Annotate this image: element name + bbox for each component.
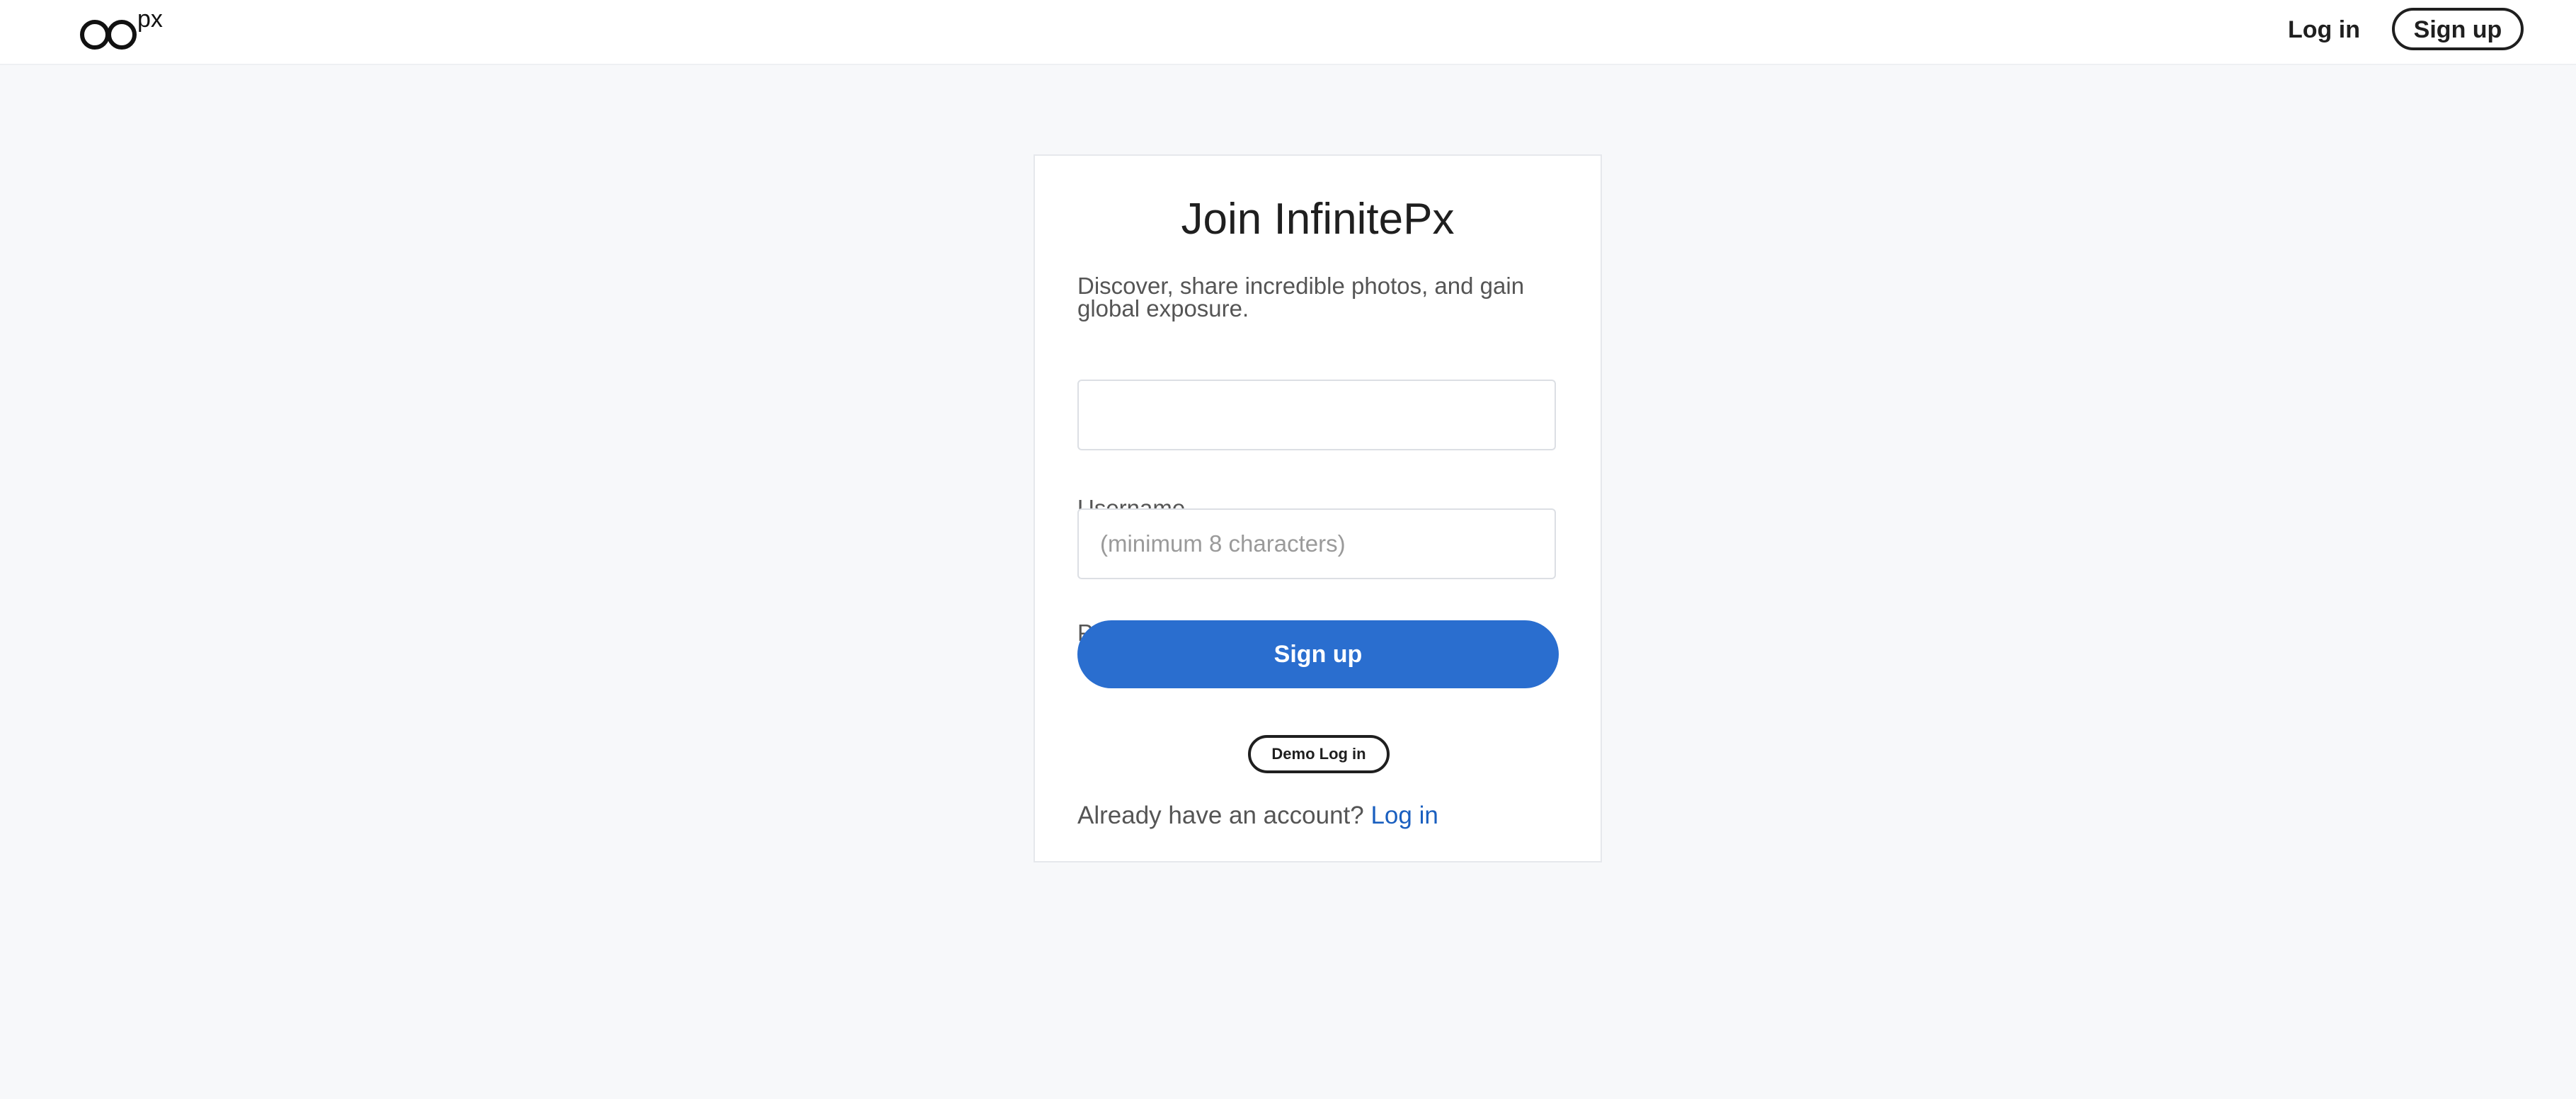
logo-text: px (137, 6, 163, 33)
footer-login-link[interactable]: Log in (1370, 802, 1438, 829)
username-input[interactable] (1077, 380, 1556, 450)
header-login-link[interactable]: Log in (2288, 13, 2360, 47)
password-input[interactable] (1077, 508, 1556, 579)
login-prompt-text: Already have an account? (1077, 802, 1364, 829)
signup-card: Join InfinitePx Discover, share incredib… (1034, 154, 1602, 862)
login-prompt: Already have an account? Log in (1077, 800, 1438, 831)
infinity-px-logo-icon[interactable]: px (76, 6, 176, 51)
signup-description: Discover, share incredible photos, and g… (1077, 273, 1525, 321)
header-signup-button[interactable]: Sign up (2392, 8, 2524, 50)
top-navigation-bar: px Log in Sign up (0, 0, 2576, 65)
signup-submit-button[interactable]: Sign up (1077, 620, 1559, 688)
demo-login-button[interactable]: Demo Log in (1248, 735, 1390, 773)
page-title: Join InfinitePx (1181, 195, 1455, 244)
